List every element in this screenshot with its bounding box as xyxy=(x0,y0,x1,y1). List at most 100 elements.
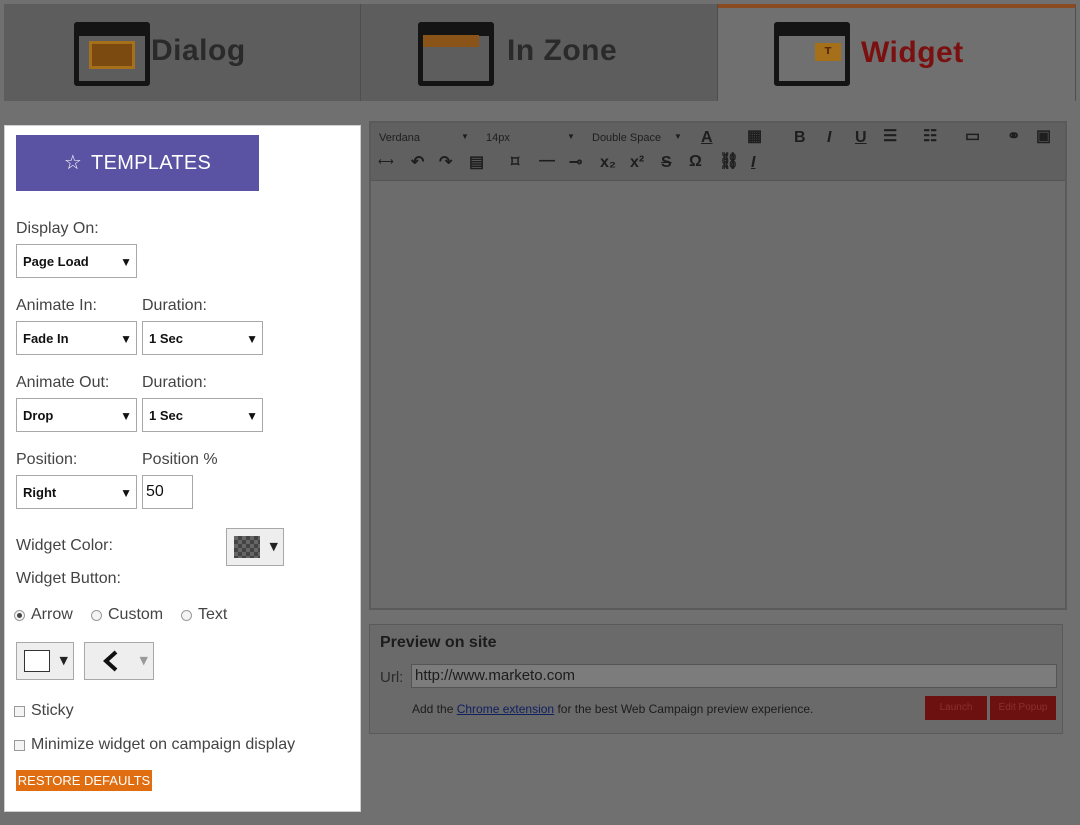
redo-icon[interactable]: ↷ xyxy=(439,155,452,171)
sticky-checkbox[interactable] xyxy=(14,705,25,717)
url-label: Url: xyxy=(380,669,404,686)
templates-label: TEMPLATES xyxy=(91,151,212,174)
display-on-label: Display On: xyxy=(16,220,99,237)
dropdown-arrow-icon: ▼ xyxy=(461,132,469,141)
italic-icon[interactable]: I xyxy=(827,130,831,146)
tab-widget[interactable]: T Widget xyxy=(718,4,1076,101)
dropdown-arrow-icon: ▼ xyxy=(567,132,575,141)
arrow-style-picker[interactable]: ▼ xyxy=(84,642,154,680)
find-icon[interactable]: ⛓ xyxy=(719,154,739,170)
chrome-extension-link[interactable]: Chrome extension xyxy=(457,702,554,716)
position-percent-label: Position % xyxy=(142,451,218,468)
underline-icon[interactable]: U xyxy=(855,130,867,146)
radio-button[interactable] xyxy=(14,609,25,621)
table-icon[interactable]: ▤ xyxy=(469,155,484,171)
image-icon[interactable]: ▣ xyxy=(1036,129,1051,145)
radio-custom[interactable]: Custom xyxy=(91,606,163,624)
radio-label-custom: Custom xyxy=(108,606,164,623)
font-size-select[interactable]: 14px xyxy=(486,133,510,144)
bookmark-icon[interactable]: ⌑ xyxy=(511,155,519,171)
dropdown-arrow-icon: ▼ xyxy=(120,255,132,269)
dropdown-arrow-icon: ▼ xyxy=(120,332,132,346)
radio-text[interactable]: Text xyxy=(181,606,227,624)
tab-label-in-zone: In Zone xyxy=(507,34,618,67)
animate-out-duration-value: 1 Sec xyxy=(149,407,183,423)
position-value: Right xyxy=(23,484,57,500)
radio-label-text: Text xyxy=(198,606,228,623)
display-on-value: Page Load xyxy=(23,253,89,269)
button-color-picker[interactable]: ▼ xyxy=(16,642,74,680)
line-spacing-select[interactable]: Double Space xyxy=(592,133,661,144)
minimize-option[interactable]: Minimize widget on campaign display xyxy=(14,736,295,754)
sticky-option[interactable]: Sticky xyxy=(14,702,74,720)
dropdown-arrow-icon: ▼ xyxy=(246,409,258,423)
tab-bar: Dialog In Zone T Widget xyxy=(4,4,1076,101)
unlink-icon[interactable]: ⊸ xyxy=(569,155,582,171)
note-suffix: for the best Web Campaign preview experi… xyxy=(557,702,814,716)
radio-button[interactable] xyxy=(91,609,102,621)
radio-button[interactable] xyxy=(181,609,192,621)
font-family-select[interactable]: Verdana xyxy=(379,133,420,144)
note-prefix: Add the xyxy=(412,702,454,716)
minimize-label: Minimize widget on campaign display xyxy=(31,736,296,753)
widget-button-label: Widget Button: xyxy=(16,570,121,587)
horizontal-rule-icon[interactable]: — xyxy=(539,153,555,169)
animate-in-duration-select[interactable]: 1 Sec ▼ xyxy=(142,321,263,355)
launch-button[interactable]: Launch xyxy=(925,696,987,720)
rich-text-editor[interactable]: Verdana ▼ 14px ▼ Double Space ▼ A ▦ B I … xyxy=(369,121,1067,610)
minimize-checkbox[interactable] xyxy=(14,739,25,751)
widget-settings-panel: ☆ TEMPLATES Display On: Page Load ▼ Anim… xyxy=(4,125,361,812)
dropdown-arrow-icon: ▼ xyxy=(246,332,258,346)
extension-note: Add the Chrome extension for the best We… xyxy=(412,702,813,716)
templates-button[interactable]: ☆ TEMPLATES xyxy=(16,135,259,191)
font-color-icon[interactable]: A xyxy=(701,130,713,146)
dropdown-arrow-icon: ▼ xyxy=(674,132,682,141)
position-select[interactable]: Right ▼ xyxy=(16,475,137,509)
radio-arrow[interactable]: Arrow xyxy=(14,606,73,624)
transparent-swatch xyxy=(234,536,260,558)
dialog-window-icon xyxy=(74,22,150,86)
tab-dialog[interactable]: Dialog xyxy=(4,4,361,101)
editor-toolbar: Verdana ▼ 14px ▼ Double Space ▼ A ▦ B I … xyxy=(371,123,1065,181)
preview-title: Preview on site xyxy=(380,634,497,651)
animate-in-value: Fade In xyxy=(23,330,69,346)
strikethrough-icon[interactable]: S xyxy=(661,155,672,171)
star-icon: ☆ xyxy=(63,152,83,174)
animate-out-label: Animate Out: xyxy=(16,374,110,391)
superscript-icon[interactable]: x² xyxy=(630,155,644,171)
animate-in-label: Animate In: xyxy=(16,297,97,314)
undo-icon[interactable]: ↶ xyxy=(411,155,424,171)
list-icon[interactable]: ☷ xyxy=(923,129,937,145)
position-label: Position: xyxy=(16,451,78,468)
display-on-select[interactable]: Page Load ▼ xyxy=(16,244,137,278)
dropdown-arrow-icon: ▼ xyxy=(59,654,68,667)
widget-window-icon: T xyxy=(774,22,850,86)
link-icon[interactable]: ⚭ xyxy=(1007,129,1020,145)
preview-on-site-panel: Preview on site Url: http://www.marketo.… xyxy=(369,624,1063,734)
align-icon[interactable]: ☰ xyxy=(883,129,897,145)
widget-color-picker[interactable]: ▼ xyxy=(226,528,284,566)
clear-formatting-icon[interactable]: I xyxy=(751,155,755,171)
paragraph-format-icon[interactable]: ▭ xyxy=(965,129,980,145)
edit-popup-button[interactable]: Edit Popup xyxy=(990,696,1056,720)
special-character-icon[interactable]: Ω xyxy=(689,154,702,170)
tab-label-widget: Widget xyxy=(861,36,964,69)
animate-in-select[interactable]: Fade In ▼ xyxy=(16,321,137,355)
highlight-color-icon[interactable]: ▦ xyxy=(747,129,762,145)
bold-icon[interactable]: B xyxy=(794,130,806,146)
subscript-icon[interactable]: x₂ xyxy=(600,155,616,171)
position-percent-input[interactable]: 50 xyxy=(142,475,193,509)
tab-in-zone[interactable]: In Zone xyxy=(361,4,718,101)
restore-defaults-button[interactable]: RESTORE DEFAULTS xyxy=(16,770,152,791)
animate-out-select[interactable]: Drop ▼ xyxy=(16,398,137,432)
url-input[interactable]: http://www.marketo.com xyxy=(411,664,1057,688)
animate-in-duration-value: 1 Sec xyxy=(149,330,183,346)
animate-out-duration-label: Duration: xyxy=(142,374,207,391)
chevron-left-icon xyxy=(103,650,118,672)
animate-out-value: Drop xyxy=(23,407,54,423)
dropdown-arrow-icon: ▼ xyxy=(120,486,132,500)
animate-out-duration-select[interactable]: 1 Sec ▼ xyxy=(142,398,263,432)
widget-color-label: Widget Color: xyxy=(16,537,113,554)
expand-icon[interactable]: ⟷ xyxy=(378,157,394,168)
dropdown-arrow-icon: ▼ xyxy=(139,654,148,667)
